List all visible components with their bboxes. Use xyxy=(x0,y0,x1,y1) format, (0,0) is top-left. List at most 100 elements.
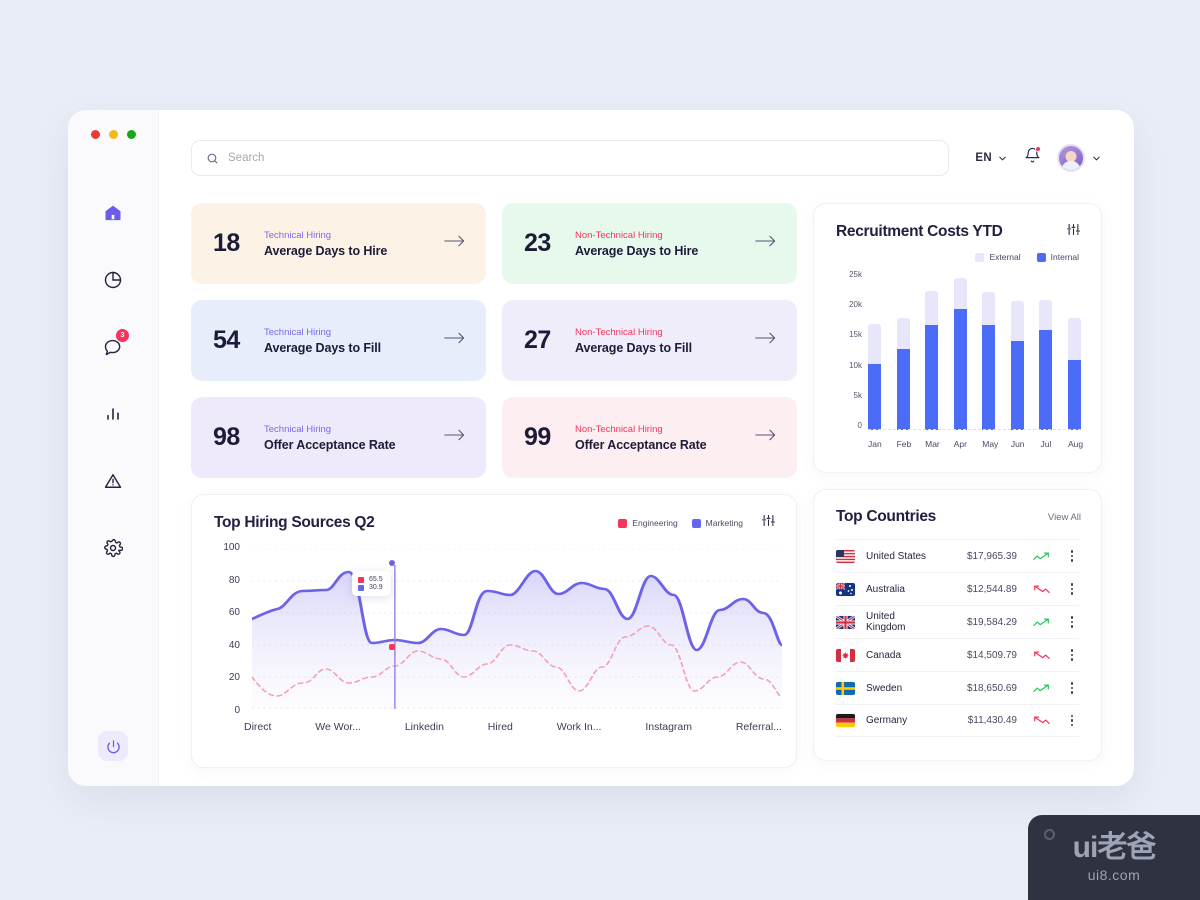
row-menu-button[interactable] xyxy=(1065,682,1079,694)
x-tick: We Wor... xyxy=(315,721,361,733)
bar-group[interactable] xyxy=(1039,274,1052,430)
bar-external xyxy=(897,318,910,349)
stat-title: Average Days to Fill xyxy=(264,341,428,355)
stat-kicker: Technical Hiring xyxy=(264,230,428,241)
bar-internal xyxy=(1068,360,1081,431)
row-menu-button[interactable] xyxy=(1065,616,1079,628)
stat-card[interactable]: 27 Non-Technical Hiring Average Days to … xyxy=(502,300,797,381)
row-menu-button[interactable] xyxy=(1065,550,1079,562)
bar-group[interactable] xyxy=(897,274,910,430)
bar-group[interactable] xyxy=(954,274,967,430)
legend-swatch xyxy=(692,519,701,528)
top-countries-panel: Top Countries View All xyxy=(813,489,1102,761)
table-row[interactable]: United Kingdom $19,584.29 xyxy=(836,605,1079,638)
country-value: $17,965.39 xyxy=(945,551,1017,562)
bar-external xyxy=(868,324,881,364)
country-name: Sweden xyxy=(866,683,934,694)
bar-group[interactable] xyxy=(925,274,938,430)
arrow-right-icon[interactable] xyxy=(755,428,777,447)
language-selector[interactable]: EN xyxy=(975,152,1008,164)
legend-item[interactable]: Marketing xyxy=(692,518,743,528)
notifications-button[interactable] xyxy=(1022,145,1043,171)
bar-internal xyxy=(925,325,938,430)
stat-title: Offer Acceptance Rate xyxy=(575,438,739,452)
pie-chart-icon xyxy=(103,270,123,290)
sidebar: 3 xyxy=(68,110,159,786)
table-row[interactable]: Germany $11,430.49 xyxy=(836,704,1079,737)
stat-value: 18 xyxy=(213,229,248,258)
bar-external xyxy=(982,292,995,325)
power-icon xyxy=(106,739,121,754)
table-row[interactable]: United States $17,965.39 xyxy=(836,539,1079,572)
legend-item[interactable]: Engineering xyxy=(618,518,677,528)
x-tick: Referral... xyxy=(736,721,782,733)
table-row[interactable]: Sweden $18,650.69 xyxy=(836,671,1079,704)
y-tick: 10k xyxy=(836,361,862,370)
row-menu-button[interactable] xyxy=(1065,715,1079,727)
x-tick: Jul xyxy=(1039,439,1052,449)
table-row[interactable]: Australia $12,544.89 xyxy=(836,572,1079,605)
top-header: EN xyxy=(191,140,1102,176)
arrow-right-icon[interactable] xyxy=(755,234,777,253)
trend-up-icon xyxy=(1028,617,1054,628)
stat-card[interactable]: 54 Technical Hiring Average Days to Fill xyxy=(191,300,486,381)
sidebar-item-alerts[interactable] xyxy=(95,463,131,499)
country-name: Canada xyxy=(866,650,934,661)
us-flag xyxy=(836,550,855,563)
gb-flag xyxy=(836,616,855,629)
legend-item[interactable]: External xyxy=(975,252,1020,262)
de-flag xyxy=(836,714,855,727)
panel-title: Recruitment Costs YTD xyxy=(836,223,1003,241)
x-axis-labels: Direct We Wor... Linkedin Hired Work In.… xyxy=(244,721,782,733)
bar-internal xyxy=(868,364,881,430)
bar-group[interactable] xyxy=(1068,274,1081,430)
stat-card[interactable]: 98 Technical Hiring Offer Acceptance Rat… xyxy=(191,397,486,478)
row-menu-button[interactable] xyxy=(1065,649,1079,661)
recruitment-costs-panel: Recruitment Costs YTD External xyxy=(813,203,1102,473)
x-tick: Jun xyxy=(1011,439,1024,449)
search-input[interactable] xyxy=(228,152,934,164)
bar-external xyxy=(1039,300,1052,330)
area-chart: 100 80 60 40 20 0 xyxy=(214,549,782,709)
watermark-url: ui8.com xyxy=(1088,867,1141,883)
panel-title: Top Countries xyxy=(836,508,936,526)
sidebar-item-home[interactable] xyxy=(95,195,131,231)
stat-kicker: Non-Technical Hiring xyxy=(575,424,739,435)
stat-value: 54 xyxy=(213,326,248,355)
arrow-right-icon[interactable] xyxy=(444,331,466,350)
x-tick: Work In... xyxy=(557,721,602,733)
view-all-link[interactable]: View All xyxy=(1048,512,1081,523)
sliders-icon[interactable] xyxy=(1066,222,1081,242)
stat-card[interactable]: 18 Technical Hiring Average Days to Hire xyxy=(191,203,486,284)
kebab-menu-icon xyxy=(1071,715,1074,727)
search-bar[interactable] xyxy=(191,140,949,176)
bar-group[interactable] xyxy=(868,274,881,430)
tooltip-value: 30.9 xyxy=(369,584,383,591)
legend-item[interactable]: Internal xyxy=(1037,252,1079,262)
sliders-icon[interactable] xyxy=(761,513,776,533)
trend-down-icon xyxy=(1028,584,1054,595)
sidebar-item-analytics[interactable] xyxy=(95,262,131,298)
minimize-window-button[interactable] xyxy=(109,130,118,139)
arrow-right-icon[interactable] xyxy=(755,331,777,350)
arrow-right-icon[interactable] xyxy=(444,234,466,253)
bar-group[interactable] xyxy=(1011,274,1024,430)
sidebar-item-messages[interactable]: 3 xyxy=(95,329,131,365)
profile-menu[interactable] xyxy=(1057,144,1102,172)
stat-card[interactable]: 99 Non-Technical Hiring Offer Acceptance… xyxy=(502,397,797,478)
top-hiring-sources-panel: Top Hiring Sources Q2 Engineering Market… xyxy=(191,494,797,768)
bar-internal xyxy=(897,349,910,430)
arrow-right-icon[interactable] xyxy=(444,428,466,447)
chart-legend: Engineering Marketing xyxy=(618,518,743,528)
y-tick: 40 xyxy=(214,640,240,651)
stat-card[interactable]: 23 Non-Technical Hiring Average Days to … xyxy=(502,203,797,284)
table-row[interactable]: Canada $14,509.79 xyxy=(836,638,1079,671)
trend-up-icon xyxy=(1028,551,1054,562)
bar-group[interactable] xyxy=(982,274,995,430)
close-window-button[interactable] xyxy=(91,130,100,139)
row-menu-button[interactable] xyxy=(1065,583,1079,595)
sidebar-item-reports[interactable] xyxy=(95,396,131,432)
maximize-window-button[interactable] xyxy=(127,130,136,139)
sidebar-item-settings[interactable] xyxy=(95,530,131,566)
logout-button[interactable] xyxy=(98,731,128,761)
